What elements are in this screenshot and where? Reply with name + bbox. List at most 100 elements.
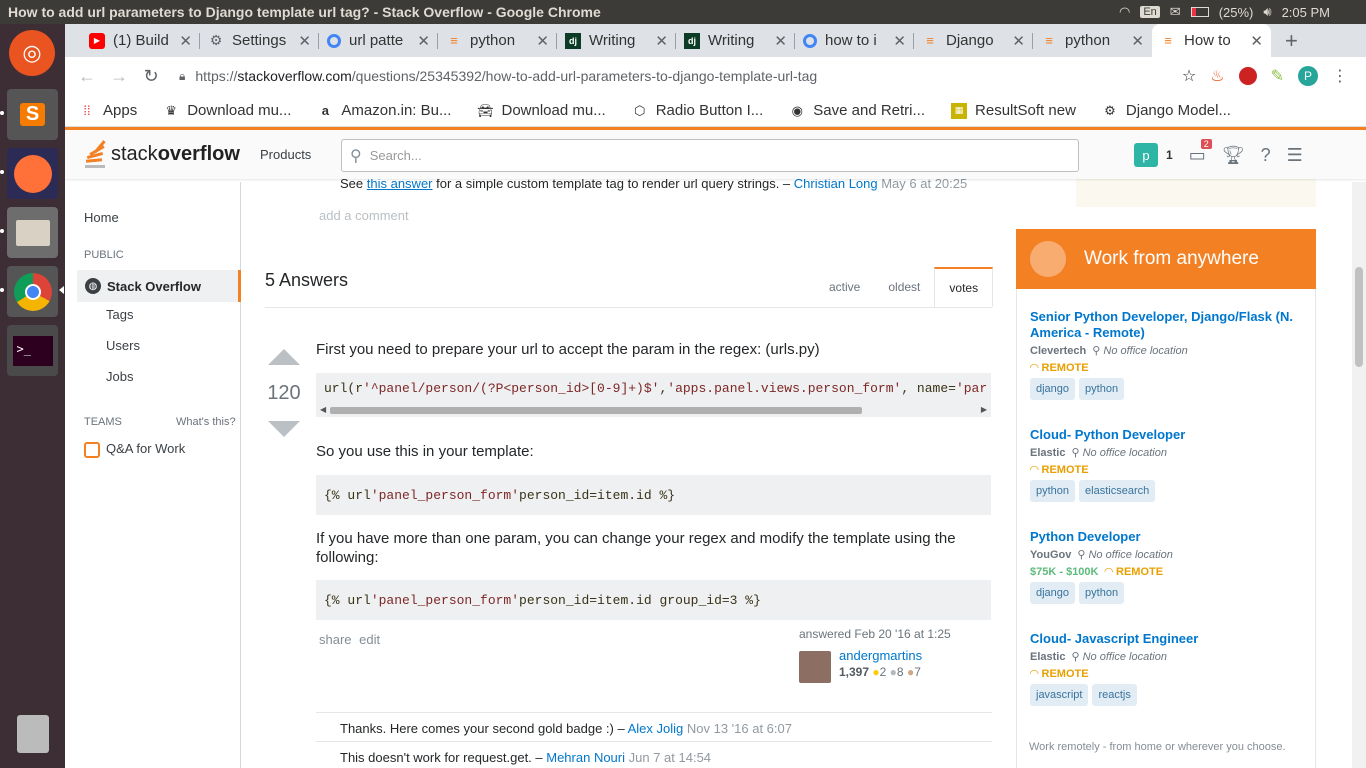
upvote-arrow-icon[interactable] [268, 349, 300, 365]
new-tab-icon[interactable]: + [1285, 24, 1298, 57]
tab[interactable]: dj Writing ✕ [557, 24, 676, 57]
nav-jobs[interactable]: Jobs [106, 369, 133, 384]
profile-avatar[interactable]: P [1298, 66, 1318, 86]
page-vertical-scrollbar[interactable] [1352, 182, 1366, 768]
wifi-icon[interactable]: ◠ [1119, 4, 1130, 20]
job-tag[interactable]: elasticsearch [1079, 480, 1156, 502]
job-title[interactable]: Cloud- Python Developer [1030, 427, 1300, 443]
terminal-icon[interactable]: >_ [7, 325, 58, 376]
forward-icon[interactable]: → [103, 66, 135, 87]
whats-this-link[interactable]: What's this? [176, 416, 236, 428]
job-tag[interactable]: reactjs [1092, 684, 1137, 706]
close-tab-icon[interactable]: ✕ [1012, 32, 1025, 50]
bookmark-item[interactable]: ♛ Download mu... [163, 102, 291, 119]
so-logo[interactable]: stack overflow [83, 140, 240, 168]
address-bar[interactable]: 🔒︎ https://stackoverflow.com/questions/2… [179, 61, 1182, 91]
close-tab-icon[interactable]: ✕ [655, 32, 668, 50]
close-tab-icon[interactable]: ✕ [536, 32, 549, 50]
bookmark-item[interactable]: 🚘︎ Download mu... [477, 102, 605, 119]
nav-tags[interactable]: Tags [106, 307, 133, 322]
nav-home[interactable]: Home [84, 210, 119, 225]
job-listing[interactable]: Cloud- Python Developer Elastic ⚲ No offi… [1030, 427, 1300, 502]
tab-votes-sort[interactable]: votes [934, 267, 994, 307]
user-avatar[interactable] [799, 651, 831, 683]
scrollbar-thumb[interactable] [330, 407, 862, 414]
volume-icon[interactable]: 🔊︎ [1263, 4, 1271, 20]
mail-icon[interactable]: ✉ [1170, 4, 1181, 20]
job-listing[interactable]: Senior Python Developer, Django/Flask (N… [1030, 309, 1300, 400]
tab[interactable]: ▶ (1) Build ✕ [81, 24, 200, 57]
job-listing[interactable]: Cloud- Javascript Engineer Elastic ⚲ No o… [1030, 631, 1300, 706]
job-title[interactable]: Senior Python Developer, Django/Flask (N… [1030, 309, 1300, 341]
bookmark-item[interactable]: a Amazon.in: Bu... [317, 102, 452, 119]
job-listing[interactable]: Python Developer YouGov ⚲ No office locat… [1030, 529, 1300, 604]
comment-user-link[interactable]: Mehran Nouri [546, 750, 625, 765]
search-input[interactable]: ⚲ Search... [341, 139, 1079, 172]
reload-icon[interactable]: ↻ [135, 66, 167, 87]
close-tab-icon[interactable]: ✕ [1250, 32, 1263, 50]
comment-user-link[interactable]: Alex Jolig [628, 721, 684, 736]
tab-active-sort[interactable]: active [815, 267, 874, 307]
lock-icon[interactable]: 🔒︎ [179, 69, 185, 84]
help-icon[interactable]: ? [1261, 145, 1271, 166]
scrollbar-thumb[interactable] [1355, 267, 1363, 367]
tab[interactable]: ≡ python ✕ [1033, 24, 1152, 57]
achievements-icon[interactable]: 🏆︎ [1222, 145, 1245, 166]
user-avatar[interactable]: p [1134, 143, 1158, 167]
fire-extension-icon[interactable]: ♨ [1210, 66, 1224, 86]
bookmark-item[interactable]: ▦ ResultSoft new [951, 102, 1076, 119]
back-icon[interactable]: ← [71, 66, 103, 87]
close-tab-icon[interactable]: ✕ [774, 32, 787, 50]
tab[interactable]: dj Writing ✕ [676, 24, 795, 57]
chrome-icon[interactable] [7, 266, 58, 317]
site-switcher-icon[interactable]: ☰ [1287, 145, 1303, 166]
bookmark-item[interactable]: ◉ Save and Retri... [789, 102, 925, 119]
firefox-icon[interactable] [7, 148, 58, 199]
bookmark-item[interactable]: ⬡ Radio Button I... [632, 102, 763, 119]
bookmark-star-icon[interactable]: ☆ [1182, 66, 1196, 86]
keyboard-layout[interactable]: En [1140, 6, 1160, 18]
job-title[interactable]: Python Developer [1030, 529, 1300, 545]
tab[interactable]: how to i ✕ [795, 24, 914, 57]
job-tag[interactable]: python [1030, 480, 1076, 502]
job-tag[interactable]: django [1030, 378, 1076, 400]
tab-oldest-sort[interactable]: oldest [874, 267, 934, 307]
nav-qa-for-work[interactable]: Q&A for Work [84, 441, 185, 458]
downvote-arrow-icon[interactable] [268, 421, 300, 437]
job-tag[interactable]: python [1079, 378, 1125, 400]
bookmark-apps[interactable]: ⁞⁞ Apps [79, 102, 137, 119]
edit-link[interactable]: edit [359, 632, 380, 647]
tab[interactable]: ≡ python ✕ [438, 24, 557, 57]
nav-users[interactable]: Users [106, 338, 140, 353]
tab[interactable]: ⚙ Settings ✕ [200, 24, 319, 57]
sublime-text-icon[interactable]: S [7, 89, 58, 140]
share-link[interactable]: share [319, 632, 352, 647]
products-menu[interactable]: Products [260, 147, 311, 162]
chrome-menu-icon[interactable]: ⋮ [1332, 66, 1348, 86]
scroll-left-icon[interactable]: ◀ [320, 405, 326, 414]
tab[interactable]: ≡ Django ✕ [914, 24, 1033, 57]
answer-author-link[interactable]: andergmartins [839, 648, 922, 663]
job-title[interactable]: Cloud- Javascript Engineer [1030, 631, 1300, 647]
tab[interactable]: url patte ✕ [319, 24, 438, 57]
add-comment-link[interactable]: add a comment [319, 208, 409, 223]
jobs-banner[interactable]: Work from anywhere [1016, 229, 1316, 289]
trash-icon[interactable] [7, 708, 58, 759]
close-tab-icon[interactable]: ✕ [179, 32, 192, 50]
close-tab-icon[interactable]: ✕ [298, 32, 311, 50]
close-tab-icon[interactable]: ✕ [417, 32, 430, 50]
nav-stack-overflow[interactable]: ◍ Stack Overflow [77, 270, 241, 302]
scroll-right-icon[interactable]: ▶ [981, 405, 987, 414]
files-icon[interactable] [7, 207, 58, 258]
inbox-icon[interactable]: ▭ 2 [1189, 138, 1212, 166]
code-horizontal-scrollbar[interactable]: ◀ ▶ [316, 403, 991, 417]
close-tab-icon[interactable]: ✕ [1131, 32, 1144, 50]
adblock-icon[interactable] [1238, 67, 1257, 85]
ubuntu-dash-icon[interactable]: ◎ [9, 30, 55, 76]
close-tab-icon[interactable]: ✕ [893, 32, 906, 50]
green-extension-icon[interactable]: ✎ [1271, 66, 1284, 86]
clock[interactable]: 2:05 PM [1282, 5, 1330, 20]
bookmark-item[interactable]: ⚙ Django Model... [1102, 102, 1231, 119]
job-tag[interactable]: javascript [1030, 684, 1089, 706]
battery-icon[interactable] [1190, 7, 1209, 17]
